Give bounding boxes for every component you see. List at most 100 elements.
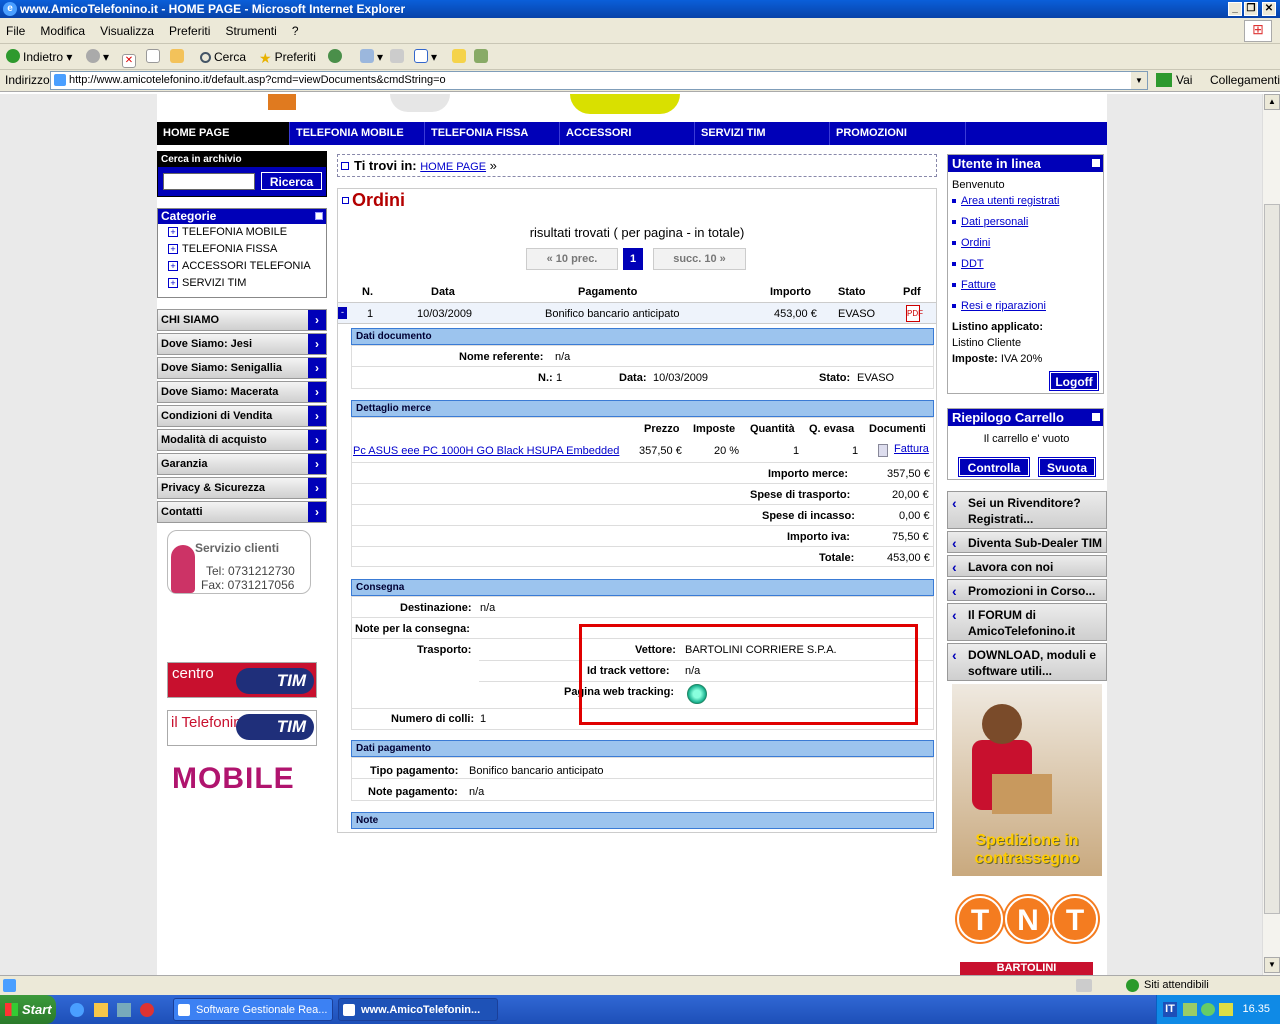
- search-submit-button[interactable]: Ricerca: [261, 172, 322, 190]
- archive-search-input[interactable]: [163, 173, 255, 190]
- product-link[interactable]: Pc ASUS eee PC 1000H GO Black HSUPA Embe…: [353, 445, 619, 457]
- rightmenu-promozioni[interactable]: ‹ Promozioni in Corso...: [947, 579, 1107, 601]
- link-fatture[interactable]: Fatture: [961, 279, 996, 291]
- favorites-button[interactable]: ★ Preferiti: [259, 48, 316, 66]
- nav-telefonia-fissa[interactable]: TELEFONIA FISSA: [425, 122, 560, 145]
- rightmenu-subdealer[interactable]: ‹ Diventa Sub-Dealer TIM: [947, 531, 1107, 553]
- invoice-link[interactable]: Fattura: [894, 443, 929, 455]
- expand-plus-icon[interactable]: +: [168, 244, 178, 254]
- minimize-button[interactable]: _: [1228, 2, 1242, 16]
- menu-visualizza[interactable]: Visualizza: [94, 18, 160, 44]
- scroll-up-icon[interactable]: ▲: [1264, 94, 1280, 110]
- popup-blocked-icon[interactable]: [1076, 979, 1092, 992]
- refresh-button[interactable]: [146, 48, 163, 66]
- current-page[interactable]: 1: [623, 248, 643, 270]
- address-dropdown-icon[interactable]: ▼: [1131, 72, 1147, 89]
- menu-help[interactable]: ?: [286, 18, 305, 44]
- mail-button[interactable]: ▾: [360, 48, 383, 66]
- bartolini-logo[interactable]: BARTOLINI: [960, 962, 1093, 975]
- order-row[interactable]: - 1 10/03/2009 Bonifico bancario anticip…: [338, 302, 936, 324]
- leftmenu-condizioni[interactable]: Condizioni di Vendita ›: [157, 405, 327, 427]
- category-item[interactable]: + TELEFONIA MOBILE: [158, 224, 326, 241]
- category-item[interactable]: + SERVIZI TIM: [158, 275, 326, 292]
- cash-on-delivery-banner[interactable]: Spedizione in contrassegno: [952, 684, 1102, 876]
- rightmenu-lavora[interactable]: ‹ Lavora con noi: [947, 555, 1107, 577]
- mtv-mobile-banner[interactable]: MOBILE: [172, 762, 312, 795]
- tnt-logo[interactable]: T N T: [955, 896, 1098, 946]
- leftmenu-jesi[interactable]: Dove Siamo: Jesi ›: [157, 333, 327, 355]
- expand-plus-icon[interactable]: +: [168, 227, 178, 237]
- folder-button[interactable]: [452, 48, 469, 66]
- category-item[interactable]: + TELEFONIA FISSA: [158, 241, 326, 258]
- tray-icon[interactable]: [1219, 1003, 1233, 1016]
- quicklaunch-icon[interactable]: [94, 1003, 108, 1017]
- breadcrumb-home-link[interactable]: HOME PAGE: [420, 161, 486, 173]
- rightmenu-download[interactable]: ‹ DOWNLOAD, moduli e software utili...: [947, 643, 1107, 681]
- collapse-icon[interactable]: [1092, 413, 1100, 421]
- scroll-down-icon[interactable]: ▼: [1264, 957, 1280, 973]
- edit-button[interactable]: ▾: [414, 48, 437, 66]
- home-button[interactable]: [170, 48, 187, 66]
- next-page-button[interactable]: succ. 10 »: [653, 248, 746, 270]
- link-ordini[interactable]: Ordini: [961, 237, 990, 249]
- leftmenu-macerata[interactable]: Dove Siamo: Macerata ›: [157, 381, 327, 403]
- forward-button[interactable]: ▾: [86, 48, 109, 66]
- rightmenu-forum[interactable]: ‹ Il FORUM di AmicoTelefonino.it: [947, 603, 1107, 641]
- collapse-row-button[interactable]: -: [338, 307, 347, 319]
- taskbar-item-software[interactable]: Software Gestionale Rea...: [173, 998, 333, 1021]
- clock[interactable]: 16.35: [1242, 1003, 1270, 1015]
- go-button[interactable]: Vai: [1156, 73, 1192, 87]
- cart-empty-button[interactable]: Svuota: [1038, 457, 1096, 477]
- leftmenu-modalita[interactable]: Modalità di acquisto ›: [157, 429, 327, 451]
- nav-telefonia-mobile[interactable]: TELEFONIA MOBILE: [290, 122, 425, 145]
- leftmenu-chi-siamo[interactable]: CHI SIAMO ›: [157, 309, 327, 331]
- menu-preferiti[interactable]: Preferiti: [163, 18, 216, 44]
- menu-strumenti[interactable]: Strumenti: [219, 18, 282, 44]
- nav-home[interactable]: HOME PAGE: [157, 122, 290, 145]
- collapse-icon[interactable]: [315, 212, 323, 220]
- rightmenu-rivenditore[interactable]: ‹ Sei un Rivenditore? Registrati...: [947, 491, 1107, 529]
- cart-check-button[interactable]: Controlla: [958, 457, 1030, 477]
- tray-icon[interactable]: [1201, 1003, 1215, 1016]
- centro-tim-banner[interactable]: centro TIM: [167, 662, 317, 698]
- link-resi[interactable]: Resi e riparazioni: [961, 300, 1046, 312]
- leftmenu-senigallia[interactable]: Dove Siamo: Senigallia ›: [157, 357, 327, 379]
- menu-modifica[interactable]: Modifica: [34, 18, 91, 44]
- logoff-button[interactable]: Logoff: [1049, 371, 1099, 391]
- prev-page-button[interactable]: « 10 prec.: [526, 248, 618, 270]
- stop-button[interactable]: ✕: [122, 48, 139, 68]
- nav-accessori[interactable]: ACCESSORI: [560, 122, 695, 145]
- link-dati-personali[interactable]: Dati personali: [961, 216, 1028, 228]
- leftmenu-garanzia[interactable]: Garanzia ›: [157, 453, 327, 475]
- leftmenu-privacy[interactable]: Privacy & Sicurezza ›: [157, 477, 327, 499]
- pdf-icon[interactable]: PDF: [906, 305, 923, 322]
- expand-plus-icon[interactable]: +: [168, 278, 178, 288]
- scroll-thumb[interactable]: [1264, 204, 1280, 914]
- nav-servizi-tim[interactable]: SERVIZI TIM: [695, 122, 830, 145]
- back-button[interactable]: Indietro ▾: [6, 48, 72, 66]
- search-button[interactable]: Cerca: [200, 48, 246, 66]
- start-button[interactable]: Start: [0, 995, 56, 1024]
- tray-icon[interactable]: [1183, 1003, 1197, 1016]
- restore-button[interactable]: ❐: [1244, 2, 1258, 16]
- print-button[interactable]: [390, 48, 407, 66]
- link-area-utenti[interactable]: Area utenti registrati: [961, 195, 1059, 207]
- category-item[interactable]: + ACCESSORI TELEFONIA: [158, 258, 326, 275]
- collapse-icon[interactable]: [1092, 159, 1100, 167]
- taskbar-item-browser[interactable]: www.AmicoTelefonin...: [338, 998, 498, 1021]
- vertical-scrollbar[interactable]: ▲ ▼: [1262, 94, 1280, 975]
- menu-file[interactable]: File: [0, 18, 31, 44]
- messenger-button[interactable]: [474, 48, 491, 66]
- nav-promozioni[interactable]: PROMOZIONI: [830, 122, 966, 145]
- telefonino-tim-banner[interactable]: il Telefonino TIM: [167, 710, 317, 746]
- address-input[interactable]: http://www.amicotelefonino.it/default.as…: [50, 71, 1148, 90]
- quicklaunch-icon[interactable]: [140, 1003, 154, 1017]
- history-button[interactable]: [328, 48, 345, 66]
- ie-quicklaunch-icon[interactable]: [70, 1003, 84, 1017]
- close-button[interactable]: ✕: [1262, 2, 1276, 16]
- expand-plus-icon[interactable]: +: [168, 261, 178, 271]
- language-indicator[interactable]: IT: [1163, 1002, 1177, 1017]
- quicklaunch-icon[interactable]: [117, 1003, 131, 1017]
- links-button[interactable]: Collegamenti: [1210, 73, 1280, 87]
- link-ddt[interactable]: DDT: [961, 258, 984, 270]
